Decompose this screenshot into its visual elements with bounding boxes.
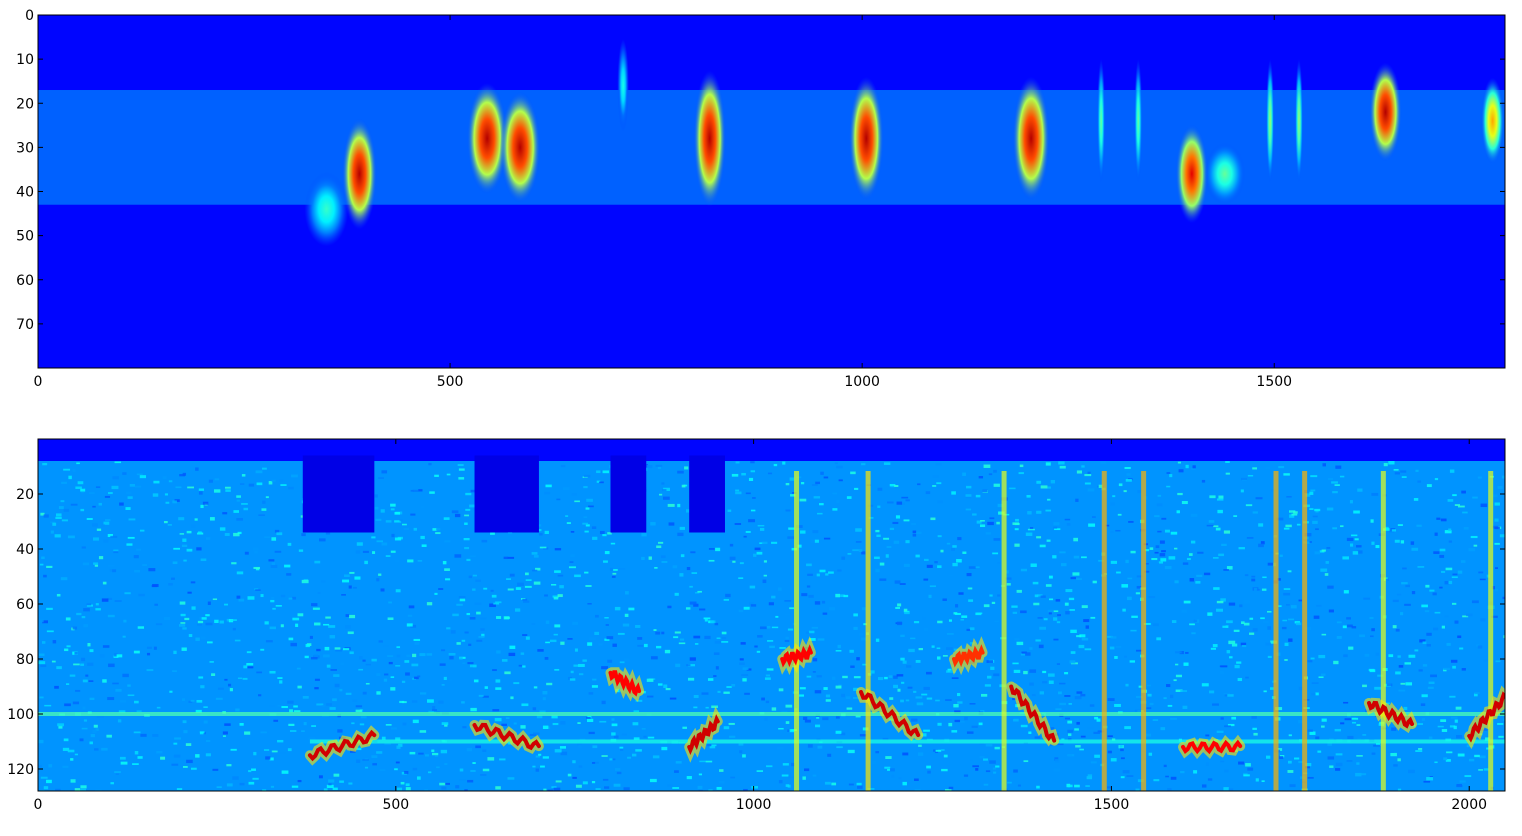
activation-blob <box>1097 59 1106 183</box>
activation-blob <box>1134 59 1143 183</box>
y-tick-label: 20 <box>16 487 34 503</box>
spectrogram-figure: 0 500 1000 1500 0 10 20 30 40 50 60 70 0 500 1000 1500 2… <box>7 8 1506 813</box>
heatmap-plot-area-2 <box>38 439 1505 791</box>
activation-blob <box>1369 62 1402 162</box>
activation-blob <box>848 76 884 201</box>
activation-blob <box>617 39 629 132</box>
x-tick-label: 500 <box>437 374 464 390</box>
y-tick-label: 40 <box>16 185 34 201</box>
activation-blob <box>693 70 726 207</box>
x-tick-label: 1000 <box>844 374 880 390</box>
y-tick-label: 80 <box>16 652 34 668</box>
y-tick-label: 60 <box>16 273 34 289</box>
dark-gap <box>302 455 375 533</box>
y-tick-label: 40 <box>16 542 34 558</box>
dark-gap <box>474 455 539 533</box>
y-tick-label: 60 <box>16 597 34 613</box>
activation-blob <box>1204 142 1245 205</box>
activation-blob <box>304 172 349 247</box>
dark-gap <box>610 455 647 533</box>
activation-blob <box>1266 59 1275 183</box>
y-tick-label: 20 <box>16 96 34 112</box>
x-tick-label: 0 <box>34 374 43 390</box>
x-tick-label: 1500 <box>1256 374 1292 390</box>
y-tick-label: 100 <box>7 707 34 723</box>
heatmap-band <box>38 90 1505 205</box>
x-tick-label: 1500 <box>1094 797 1130 813</box>
dark-gap <box>689 455 725 533</box>
activation-blob <box>1012 76 1050 201</box>
x-tick-label: 0 <box>34 797 43 813</box>
x-tick-label: 500 <box>382 797 409 813</box>
y-tick-label: 50 <box>16 229 34 245</box>
y-tick-label: 70 <box>16 317 34 333</box>
activation-blob <box>1481 77 1505 165</box>
y-tick-label: 0 <box>25 8 34 24</box>
activation-blob <box>1294 59 1303 183</box>
x-tick-label: 1000 <box>736 797 772 813</box>
activation-blob <box>1175 124 1208 224</box>
y-tick-label: 10 <box>16 52 34 68</box>
activation-blob <box>499 91 541 203</box>
y-tick-label: 120 <box>7 762 34 778</box>
y-tick-label: 30 <box>16 140 34 156</box>
x-tick-label: 2000 <box>1451 797 1487 813</box>
heatmap-plot-area-1 <box>38 15 1505 368</box>
